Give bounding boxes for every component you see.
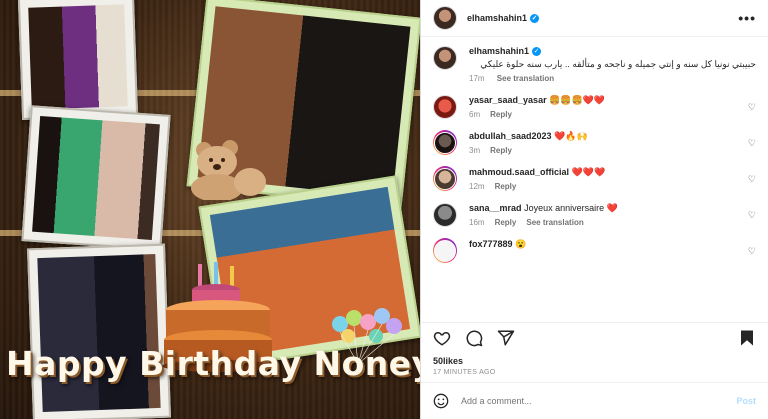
comment-item: yasar_saad_yasar 🍔🍔🍔❤️❤️ 6m Reply ♡ — [433, 94, 756, 119]
share-icon[interactable] — [497, 329, 515, 347]
photo-frame — [21, 105, 171, 251]
caption-username[interactable]: elhamshahin1 — [469, 46, 529, 56]
avatar[interactable] — [434, 168, 456, 190]
photo — [37, 253, 161, 413]
posted-timestamp: 17 MINUTES AGO — [433, 369, 496, 376]
comment-time[interactable]: 12m — [469, 182, 485, 191]
story-ring[interactable] — [433, 166, 457, 191]
comment-username[interactable]: fox777889 — [469, 239, 513, 249]
avatar[interactable] — [433, 95, 457, 119]
comment-text: 😮 — [515, 239, 527, 249]
comment-like-heart-icon[interactable]: ♡ — [748, 102, 756, 113]
reply-button[interactable]: Reply — [495, 182, 517, 191]
verified-badge-icon: ✓ — [532, 47, 542, 57]
photo-frame — [17, 0, 139, 120]
avatar[interactable] — [433, 46, 457, 70]
comment-like-heart-icon[interactable]: ♡ — [748, 174, 756, 185]
story-ring[interactable] — [433, 130, 457, 155]
post-header: elhamshahin1 ✓ ••• — [421, 0, 768, 37]
reply-button[interactable]: Reply — [495, 218, 517, 227]
reply-button[interactable]: Reply — [490, 110, 512, 119]
heart-icon[interactable] — [433, 329, 451, 347]
comment-time[interactable]: 3m — [469, 146, 480, 155]
comments-list[interactable]: elhamshahin1 ✓ حبيبتي نونيا كل سنه و إنتي… — [421, 37, 768, 322]
comment-input[interactable] — [459, 395, 737, 407]
more-options-icon[interactable]: ••• — [738, 10, 756, 26]
reply-button[interactable]: Reply — [490, 146, 512, 155]
comment-username[interactable]: sana__mrad — [469, 203, 522, 213]
avatar[interactable] — [434, 240, 456, 262]
header-username[interactable]: elhamshahin1 ✓ — [467, 13, 540, 24]
comment-item: sana__mrad Joyeux anniversaire ❤️ 16m Rep… — [433, 202, 756, 227]
photo-frame — [27, 243, 171, 419]
post-image[interactable]: Happy Birthday Noneya — [0, 0, 420, 419]
comment-text: 🍔🍔🍔❤️❤️ — [549, 95, 606, 105]
caption: elhamshahin1 ✓ حبيبتي نونيا كل سنه و إنتي… — [433, 45, 756, 83]
photo — [28, 4, 128, 110]
comment-icon[interactable] — [465, 329, 483, 347]
comment-like-heart-icon[interactable]: ♡ — [748, 210, 756, 221]
verified-badge-icon: ✓ — [530, 14, 540, 24]
avatar[interactable] — [433, 203, 457, 227]
story-ring[interactable] — [433, 238, 457, 263]
bookmark-icon[interactable] — [738, 329, 756, 347]
see-translation-link[interactable]: See translation — [526, 218, 583, 227]
avatar[interactable] — [433, 6, 457, 30]
comment-like-heart-icon[interactable]: ♡ — [748, 138, 756, 149]
comment-item: mahmoud.saad_official ❤️❤️❤️ 12m Reply ♡ — [433, 166, 756, 191]
caption-text: حبيبتي نونيا كل سنه و إنتي جميله و ناجحه… — [480, 59, 756, 69]
birthday-banner-text: Happy Birthday Noneya — [6, 344, 420, 383]
smiley-icon[interactable] — [433, 393, 449, 409]
photo — [32, 115, 160, 241]
comment-username[interactable]: abdullah_saad2023 — [469, 131, 552, 141]
comment-time[interactable]: 16m — [469, 218, 485, 227]
caption-time[interactable]: 17m — [469, 74, 485, 83]
comment-time[interactable]: 6m — [469, 110, 480, 119]
likes-count[interactable]: 50likes — [421, 353, 768, 366]
add-comment-bar: Post — [421, 382, 768, 419]
action-bar — [421, 322, 768, 353]
post-button[interactable]: Post — [736, 396, 756, 406]
post-side-panel: elhamshahin1 ✓ ••• elhamshahin1 ✓ حبيبتي ن… — [420, 0, 768, 419]
comment-like-heart-icon[interactable]: ♡ — [748, 246, 756, 257]
comment-username[interactable]: mahmoud.saad_official — [469, 167, 569, 177]
avatar[interactable] — [434, 132, 456, 154]
comment-text: ❤️🔥🙌 — [554, 131, 588, 141]
comment-item: abdullah_saad2023 ❤️🔥🙌 3m Reply ♡ — [433, 130, 756, 155]
see-translation-link[interactable]: See translation — [497, 74, 554, 83]
comment-text: ❤️❤️❤️ — [571, 167, 606, 177]
comment-username[interactable]: yasar_saad_yasar — [469, 95, 547, 105]
comment-text: Joyeux anniversaire ❤️ — [524, 203, 618, 213]
comment-item: fox777889 😮 ♡ — [433, 238, 756, 263]
teddy-bear-illustration — [191, 140, 266, 200]
